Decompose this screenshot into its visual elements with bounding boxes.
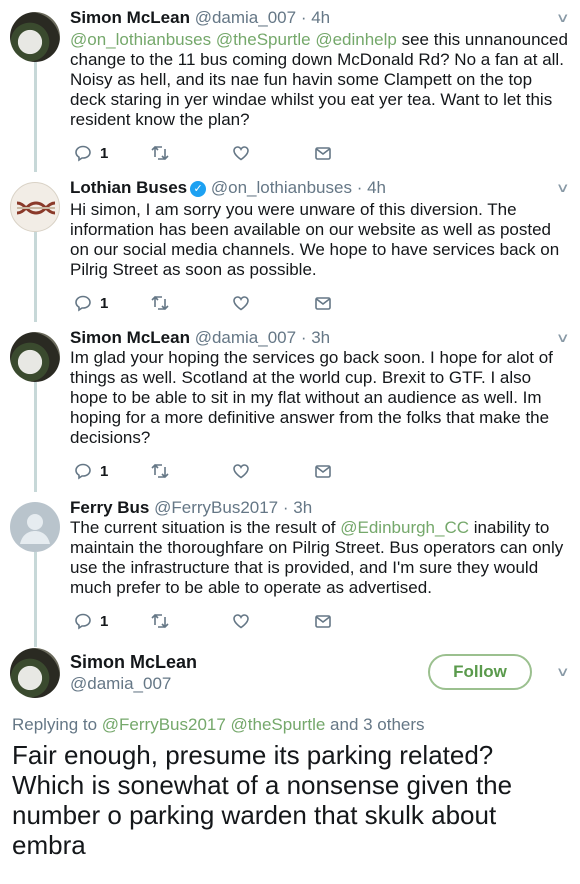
main-username[interactable]: @damia_007 [70, 674, 171, 694]
mention-link[interactable]: @Edinburgh_CC [340, 518, 469, 537]
like-button[interactable] [232, 610, 250, 632]
like-icon [233, 464, 249, 479]
username[interactable]: @damia_007 [195, 8, 296, 27]
direct-message-button[interactable] [314, 610, 332, 632]
main-avatar[interactable] [10, 648, 60, 698]
main-tweet-text: Fair enough, presume its parking related… [12, 740, 513, 860]
avatar[interactable] [10, 182, 60, 232]
dm-icon [315, 615, 331, 628]
replying-prefix: Replying to [12, 715, 102, 734]
tweet-text: Im glad your hoping the services go back… [70, 348, 553, 447]
dm-icon [315, 465, 331, 478]
like-button[interactable] [232, 460, 250, 482]
avatar[interactable] [10, 332, 60, 382]
tweet-actions: 1 [74, 292, 354, 314]
reply-count: 1 [100, 294, 109, 312]
chevron-down-icon[interactable]: ∨ [556, 664, 570, 680]
username[interactable]: @on_lothianbuses [211, 178, 352, 197]
reply-button[interactable]: 1 [74, 610, 108, 632]
avatar[interactable] [10, 502, 60, 552]
tweet-header: Ferry Bus @FerryBus2017 · 3h [70, 498, 312, 518]
thread-connector [34, 552, 37, 647]
reply-icon [75, 295, 91, 312]
reply-count: 1 [100, 612, 109, 630]
tweet-text: @on_lothianbuses @theSpurtle @edinhelp s… [70, 30, 570, 130]
tweet-body: The current situation is the result of [70, 518, 341, 537]
lothian-logo [16, 201, 56, 215]
tweet-header: Lothian Buses ✓ @on_lothianbuses · 4h [70, 178, 386, 198]
retweet-icon [151, 295, 169, 311]
verified-badge-icon: ✓ [190, 181, 207, 197]
main-display-name[interactable]: Simon McLean [70, 652, 197, 673]
display-name[interactable]: Lothian Buses [70, 178, 187, 197]
dm-icon [315, 297, 331, 310]
replying-suffix[interactable]: and 3 others [325, 715, 425, 734]
retweet-button[interactable] [150, 460, 170, 482]
mention-link[interactable]: @theSpurtle [231, 715, 326, 734]
reply-icon [75, 145, 91, 162]
thread-connector [34, 62, 37, 172]
tweet-actions: 1 [74, 142, 354, 164]
dm-icon [315, 147, 331, 160]
like-icon [233, 296, 249, 311]
mention-link[interactable]: @theSpurtle [216, 30, 311, 49]
reply-count: 1 [100, 462, 109, 480]
retweet-button[interactable] [150, 610, 170, 632]
thread-connector [34, 232, 37, 322]
timestamp[interactable]: · 3h [301, 328, 330, 347]
reply-button[interactable]: 1 [74, 292, 108, 314]
reply-count: 1 [100, 144, 109, 162]
chevron-down-icon[interactable]: ∨ [556, 330, 570, 346]
timestamp[interactable]: · 4h [301, 8, 330, 27]
direct-message-button[interactable] [314, 460, 332, 482]
timestamp[interactable]: · 3h [283, 498, 312, 517]
reply-button[interactable]: 1 [74, 142, 108, 164]
tweet-text: The current situation is the result of @… [70, 518, 570, 598]
direct-message-button[interactable] [314, 292, 332, 314]
retweet-button[interactable] [150, 142, 170, 164]
display-name[interactable]: Ferry Bus [70, 498, 149, 517]
reply-button[interactable]: 1 [74, 460, 108, 482]
retweet-icon [151, 145, 169, 161]
tweet-header: Simon McLean @damia_007 · 4h [70, 8, 330, 28]
mention-link[interactable]: @on_lothianbuses [70, 30, 211, 49]
direct-message-button[interactable] [314, 142, 332, 164]
follow-button[interactable]: Follow [428, 654, 532, 690]
timestamp[interactable]: · 4h [357, 178, 386, 197]
tweet-header: Simon McLean @damia_007 · 3h [70, 328, 330, 348]
username[interactable]: @FerryBus2017 [154, 498, 278, 517]
avatar[interactable] [10, 12, 60, 62]
reply-icon [75, 613, 91, 630]
chevron-down-icon[interactable]: ∨ [556, 10, 570, 26]
like-icon [233, 146, 249, 161]
tweet-text: Hi simon, I am sorry you were unware of … [70, 200, 560, 279]
tweet-actions: 1 [74, 460, 354, 482]
display-name[interactable]: Simon McLean [70, 8, 190, 27]
thread-connector [34, 382, 37, 492]
replying-to: Replying to @FerryBus2017 @theSpurtle an… [12, 715, 425, 735]
chevron-down-icon[interactable]: ∨ [556, 180, 570, 196]
display-name[interactable]: Simon McLean [70, 328, 190, 347]
retweet-button[interactable] [150, 292, 170, 314]
like-icon [233, 614, 249, 629]
username[interactable]: @damia_007 [195, 328, 296, 347]
mention-link[interactable]: @FerryBus2017 [102, 715, 226, 734]
mention-link[interactable]: @edinhelp [315, 30, 397, 49]
retweet-icon [151, 463, 169, 479]
tweet-actions: 1 [74, 610, 354, 632]
reply-icon [75, 463, 91, 480]
retweet-icon [151, 613, 169, 629]
default-avatar-icon [20, 514, 50, 544]
like-button[interactable] [232, 142, 250, 164]
like-button[interactable] [232, 292, 250, 314]
